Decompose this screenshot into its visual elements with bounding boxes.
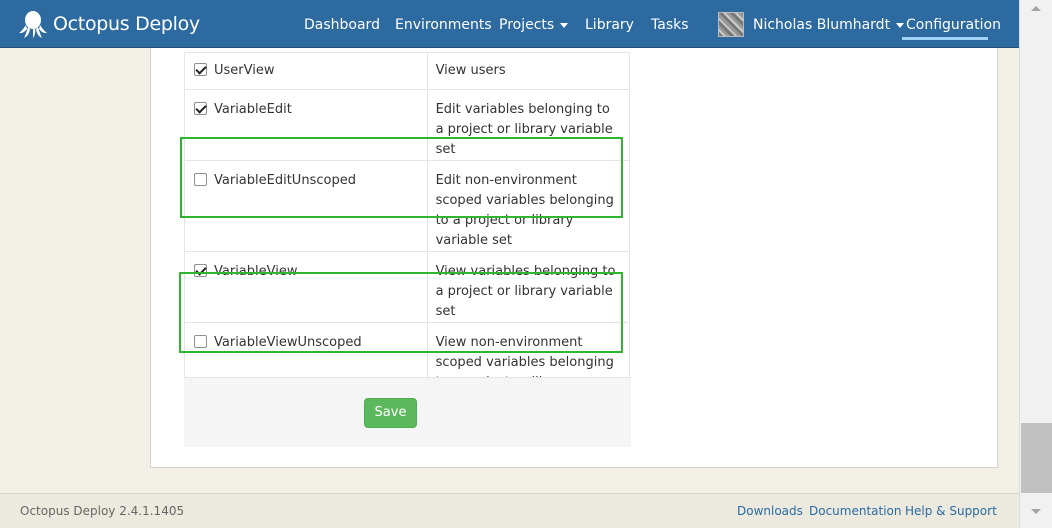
form-actions: Save [184,377,631,447]
table-row: VariableEditUnscoped Edit non-environmen… [184,160,631,252]
permission-description: View variables belonging to a project or… [426,251,631,323]
permission-name-cell: VariableEdit [184,89,428,161]
checkbox-icon[interactable] [194,264,207,277]
table-row: VariableView View variables belonging to… [184,251,631,323]
nav-dashboard[interactable]: Dashboard [304,0,380,48]
permission-description: Edit non-environment scoped variables be… [426,160,631,252]
scroll-up-arrow-icon[interactable] [1031,6,1041,11]
version-text: Octopus Deploy 2.4.1.1405 [20,504,185,518]
permission-name-cell: VariableEditUnscoped [184,160,428,252]
brand-name: Octopus Deploy [53,13,200,35]
permission-name: VariableEdit [214,102,292,117]
permission-description: View users [426,52,631,90]
permissions-table: UserView View users VariableEdit Edit va… [184,52,631,414]
caret-down-icon [560,22,569,28]
user-name: Nicholas Blumhardt [753,17,891,33]
octopus-logo-icon [19,11,47,38]
scrollbar-thumb[interactable] [1021,423,1052,493]
table-row: VariableEdit Edit variables belonging to… [184,89,631,161]
checkbox-icon[interactable] [194,173,207,186]
permission-name: UserView [214,63,275,78]
downloads-link[interactable]: Downloads [737,504,803,518]
page-scrollbar[interactable] [1019,0,1052,528]
page-footer: Octopus Deploy 2.4.1.1405 Downloads Docu… [0,493,1019,528]
nav-user-menu[interactable]: Nicholas Blumhardt [753,0,905,48]
table-row: UserView View users [184,52,631,90]
help-support-link[interactable]: Help & Support [905,504,997,518]
user-avatar[interactable] [718,12,744,37]
caret-down-icon [896,22,905,28]
permission-description: Edit variables belonging to a project or… [426,89,631,161]
permission-name: VariableViewUnscoped [214,335,362,350]
scroll-down-arrow-icon[interactable] [1031,509,1041,514]
checkbox-icon[interactable] [194,335,207,348]
brand[interactable]: Octopus Deploy [18,8,200,40]
top-navbar: Octopus Deploy Dashboard Environments Pr… [0,0,1019,48]
nav-projects-label: Projects [499,17,555,33]
save-button[interactable]: Save [364,398,417,428]
nav-environments[interactable]: Environments [395,0,492,48]
checkbox-icon[interactable] [194,102,207,115]
checkbox-icon[interactable] [194,63,207,76]
nav-configuration[interactable]: Configuration [906,0,1001,48]
permission-name: VariableView [214,264,298,279]
nav-library[interactable]: Library [585,0,634,48]
active-nav-indicator [902,37,988,40]
permission-name: VariableEditUnscoped [214,173,356,188]
documentation-link[interactable]: Documentation [809,504,902,518]
permission-name-cell: VariableView [184,251,428,323]
nav-projects[interactable]: Projects [499,0,569,48]
nav-tasks[interactable]: Tasks [651,0,689,48]
permission-name-cell: UserView [184,52,428,90]
